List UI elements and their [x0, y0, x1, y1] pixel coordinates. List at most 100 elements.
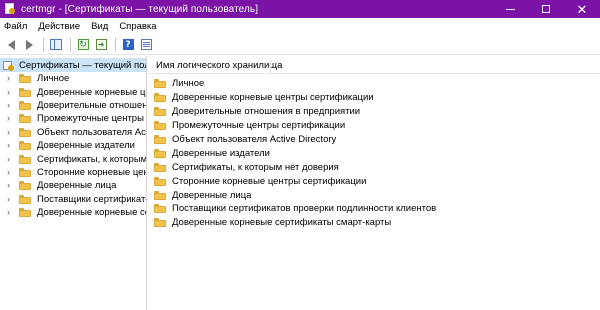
list-pane: Имя логического хранилища Личное Доверен… — [148, 56, 600, 310]
list-item[interactable]: Доверенные корневые сертификаты смарт-ка… — [148, 216, 600, 230]
forward-icon — [25, 39, 33, 50]
menu-bar: Файл Действие Вид Справка — [0, 18, 600, 35]
folder-icon — [154, 93, 166, 103]
list-item[interactable]: Личное — [148, 77, 600, 91]
folder-icon — [154, 107, 166, 117]
properties-button[interactable] — [138, 37, 154, 53]
refresh-button[interactable]: ↻ — [75, 37, 91, 53]
folder-icon — [154, 218, 166, 228]
folder-icon — [19, 181, 31, 191]
list-item-label: Промежуточные центры сертификации — [172, 120, 346, 132]
chevron-right-icon[interactable]: › — [7, 167, 17, 177]
minimize-button[interactable] — [492, 0, 528, 18]
folder-icon — [19, 194, 31, 204]
tree-node[interactable]: › Сертификаты, к которым не — [0, 152, 146, 165]
tree-node[interactable]: › Личное — [0, 72, 146, 85]
certmgr-app-icon[interactable] — [4, 3, 16, 15]
list-item[interactable]: Доверенные издатели — [148, 146, 600, 160]
export-list-button[interactable]: ➜ — [93, 37, 109, 53]
maximize-button[interactable] — [528, 0, 564, 18]
toolbar: ↻ ➜ ? — [0, 35, 600, 55]
tree-node[interactable]: › Доверенные корневые цент — [0, 85, 146, 98]
chevron-right-icon[interactable]: › — [7, 74, 17, 83]
folder-icon — [154, 121, 166, 131]
tree-node[interactable]: › Доверенные издатели — [0, 139, 146, 152]
tree-node-label: Поставщики сертификатов — [37, 193, 147, 205]
list-item-label: Сторонние корневые центры сертификации — [172, 175, 367, 187]
tree-node[interactable]: › Доверенные лица — [0, 179, 146, 192]
back-icon — [7, 39, 15, 50]
chevron-right-icon[interactable]: › — [7, 141, 17, 150]
list-item-label: Доверенные лица — [172, 189, 252, 201]
list-item[interactable]: Поставщики сертификатов проверки подлинн… — [148, 202, 600, 216]
folder-icon — [19, 100, 31, 110]
tree-node[interactable]: › Промежуточные центры се — [0, 112, 146, 125]
folder-icon — [154, 190, 166, 200]
tree-node[interactable]: › Доверенные корневые серт — [0, 206, 146, 219]
chevron-right-icon[interactable]: › — [7, 208, 17, 217]
folder-icon — [19, 141, 31, 151]
column-separator[interactable] — [270, 59, 271, 73]
menu-view[interactable]: Вид — [91, 21, 108, 32]
tree-node-list: › Личное › Доверенные корневые цент › До… — [0, 72, 146, 219]
chevron-right-icon[interactable]: › — [7, 114, 17, 123]
list-item-label: Доверительные отношения в предприятии — [172, 106, 361, 118]
list-item-label: Доверенные издатели — [172, 147, 270, 159]
forward-button[interactable] — [21, 37, 37, 53]
help-button[interactable]: ? — [120, 37, 136, 53]
list-item[interactable]: Сторонние корневые центры сертификации — [148, 174, 600, 188]
folder-icon — [19, 74, 31, 84]
help-icon: ? — [122, 39, 134, 50]
chevron-right-icon[interactable]: › — [7, 100, 17, 110]
list-item[interactable]: Доверительные отношения в предприятии — [148, 105, 600, 119]
menu-action[interactable]: Действие — [38, 21, 80, 32]
chevron-right-icon[interactable]: › — [7, 127, 17, 137]
refresh-icon: ↻ — [77, 39, 89, 50]
folder-icon — [19, 114, 31, 124]
tree-node[interactable]: › Поставщики сертификатов — [0, 193, 146, 206]
list-item[interactable]: Объект пользователя Active Directory — [148, 133, 600, 147]
tree-node[interactable]: › Доверительные отношения — [0, 99, 146, 112]
tree-root-certificates[interactable]: Сертификаты — текущий пользо — [0, 58, 146, 72]
folder-icon — [154, 204, 166, 214]
chevron-right-icon[interactable]: › — [7, 181, 17, 190]
toolbar-separator — [43, 37, 44, 52]
folder-icon — [19, 167, 31, 177]
menu-help[interactable]: Справка — [119, 21, 156, 32]
tree-node[interactable]: › Объект пользователя Active — [0, 126, 146, 139]
window-title: certmgr - [Сертификаты — текущий пользов… — [21, 3, 259, 15]
toolbar-separator — [115, 37, 116, 52]
list-item[interactable]: Доверенные лица — [148, 188, 600, 202]
minimize-icon — [505, 8, 515, 10]
folder-icon — [154, 162, 166, 172]
menu-file[interactable]: Файл — [4, 21, 27, 32]
tree-node-label: Промежуточные центры се — [37, 113, 147, 125]
back-button[interactable] — [3, 37, 19, 53]
list-item[interactable]: Промежуточные центры сертификации — [148, 119, 600, 133]
tree-node[interactable]: › Сторонние корневые центр — [0, 166, 146, 179]
chevron-right-icon[interactable]: › — [7, 87, 17, 97]
chevron-right-icon[interactable]: › — [7, 154, 17, 164]
column-header-store-name[interactable]: Имя логического хранилища — [148, 58, 600, 74]
show-tree-icon — [50, 39, 62, 50]
list-item-label: Поставщики сертификатов проверки подлинн… — [172, 203, 437, 215]
list-item[interactable]: Доверенные корневые центры сертификации — [148, 91, 600, 105]
folder-icon — [19, 154, 31, 164]
maximize-icon — [542, 5, 550, 13]
tree-pane: Сертификаты — текущий пользо › Личное › … — [0, 56, 147, 310]
show-tree-button[interactable] — [48, 37, 64, 53]
tree-root-label: Сертификаты — текущий пользо — [19, 59, 146, 71]
folder-icon — [154, 148, 166, 158]
folder-icon — [154, 79, 166, 89]
folder-icon — [19, 208, 31, 218]
list-item[interactable]: Сертификаты, к которым нет доверия — [148, 160, 600, 174]
folder-icon — [19, 127, 31, 137]
tree-node-label: Объект пользователя Active — [37, 126, 146, 138]
store-list: Личное Доверенные корневые центры сертиф… — [148, 74, 600, 230]
properties-icon — [140, 39, 152, 50]
close-button[interactable]: ✕ — [564, 0, 600, 18]
folder-icon — [154, 135, 166, 144]
export-list-icon: ➜ — [95, 39, 107, 50]
folder-icon — [19, 87, 31, 97]
chevron-right-icon[interactable]: › — [7, 194, 17, 204]
